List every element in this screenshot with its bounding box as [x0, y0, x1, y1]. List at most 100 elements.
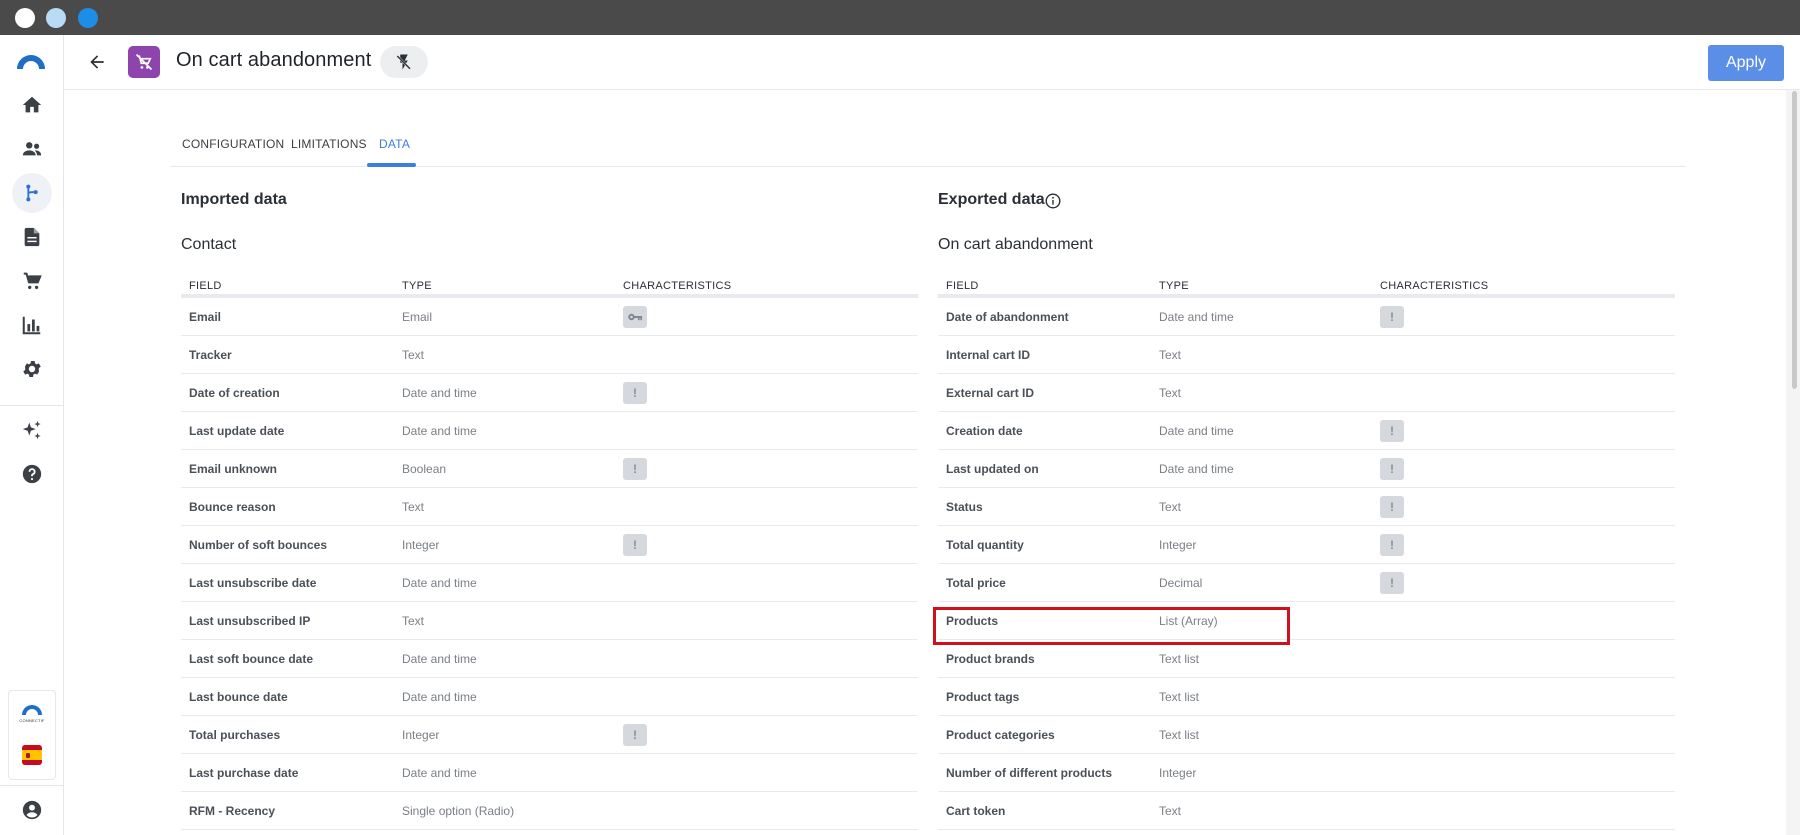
- required-badge[interactable]: !: [1380, 572, 1404, 594]
- field-type: Email: [402, 310, 433, 324]
- brand-name: CONNECTIF: [19, 718, 45, 723]
- field-type: Text list: [1159, 690, 1200, 704]
- required-badge[interactable]: !: [1380, 534, 1404, 556]
- table-row: Tracker Text: [181, 336, 918, 374]
- nav-profile[interactable]: [12, 790, 52, 830]
- table-row: Last unsubscribed IP Text: [181, 602, 918, 640]
- field-name: Number of soft bounces: [189, 538, 328, 552]
- back-button[interactable]: [84, 49, 110, 75]
- table-row: Total quantity Integer!: [938, 526, 1675, 564]
- exported-entity-subtitle: On cart abandonment: [938, 236, 1093, 253]
- field-name: Date of abandonment: [946, 310, 1069, 324]
- nav-store[interactable]: [12, 261, 52, 301]
- module-icon: [128, 46, 160, 78]
- column-header-type: TYPE: [402, 280, 432, 292]
- column-header-field: FIELD: [189, 280, 222, 292]
- flash-off-icon: [396, 54, 411, 70]
- nav-home[interactable]: [12, 85, 52, 125]
- document-icon: [24, 227, 40, 247]
- required-badge[interactable]: !: [1380, 420, 1404, 442]
- page-header: On cart abandonment Apply: [64, 35, 1800, 90]
- field-type: Text: [1159, 500, 1182, 514]
- field-type: Date and time: [402, 386, 477, 400]
- nav-contacts[interactable]: [12, 129, 52, 169]
- field-type: Text list: [1159, 652, 1200, 666]
- nav-settings[interactable]: [12, 349, 52, 389]
- field-name: Product brands: [946, 652, 1035, 666]
- account-circle-icon: [22, 800, 42, 820]
- field-name: Total quantity: [946, 538, 1024, 552]
- cart-off-icon: [135, 53, 153, 71]
- tab-configuration[interactable]: CONFIGURATION: [182, 137, 284, 151]
- table-row: Last update date Date and time: [181, 412, 918, 450]
- tab-limitations[interactable]: LIMITATIONS: [291, 137, 367, 151]
- field-name: Status: [946, 500, 983, 514]
- app-logo[interactable]: [15, 52, 47, 70]
- sidebar: CONNECTIF: [0, 35, 64, 835]
- nav-ai-assistant[interactable]: [12, 410, 52, 450]
- table-row: Internal cart ID Text: [938, 336, 1675, 374]
- field-type: Boolean: [402, 462, 447, 476]
- field-name: Number of different products: [946, 766, 1113, 780]
- field-name: Email: [189, 310, 222, 324]
- field-type: Date and time: [402, 424, 477, 438]
- field-name: Last bounce date: [189, 690, 288, 704]
- table-row: Bounce reason Text: [181, 488, 918, 526]
- field-type: Integer: [402, 538, 440, 552]
- home-icon: [22, 96, 42, 113]
- nav-reports[interactable]: [12, 305, 52, 345]
- workflow-icon: [26, 184, 38, 202]
- table-row: Total purchases Integer!: [181, 716, 918, 754]
- tab-data[interactable]: DATA: [379, 137, 410, 151]
- gear-icon: [23, 361, 41, 377]
- sidebar-divider: [0, 405, 64, 406]
- table-row: RFM - Recency Single option (Radio): [181, 792, 918, 830]
- flash-toggle-button[interactable]: [380, 46, 428, 78]
- required-badge[interactable]: !: [623, 724, 647, 746]
- field-type: Text: [1159, 348, 1182, 362]
- apply-button[interactable]: Apply: [1708, 45, 1784, 81]
- table-header: FIELD TYPE CHARACTERISTICS: [938, 268, 1675, 298]
- window-titlebar: [0, 0, 1800, 35]
- account-switcher[interactable]: CONNECTIF: [8, 690, 56, 780]
- table-row: Total price Decimal!: [938, 564, 1675, 602]
- field-name: Internal cart ID: [946, 348, 1031, 362]
- table-row: Product brands Text list: [938, 640, 1675, 678]
- column-header-type: TYPE: [1159, 280, 1189, 292]
- info-icon[interactable]: [1045, 193, 1061, 209]
- table-row: Last bounce date Date and time: [181, 678, 918, 716]
- required-badge[interactable]: !: [1380, 496, 1404, 518]
- field-type: Integer: [1159, 766, 1197, 780]
- nav-content[interactable]: [12, 217, 52, 257]
- field-type: Integer: [1159, 538, 1197, 552]
- scrollbar-thumb[interactable]: [1792, 91, 1797, 389]
- active-tab-indicator: [367, 163, 416, 167]
- table-row: Status Text!: [938, 488, 1675, 526]
- window-minimize-button[interactable]: [46, 8, 66, 28]
- required-badge[interactable]: !: [1380, 306, 1404, 328]
- nav-help[interactable]: [12, 454, 52, 494]
- window-maximize-button[interactable]: [78, 8, 98, 28]
- field-type: Text: [402, 614, 425, 628]
- window-close-button[interactable]: [15, 8, 35, 28]
- table-row: Date of abandonment Date and time!: [938, 298, 1675, 336]
- spain-flag-icon[interactable]: [22, 745, 42, 765]
- table-row: Number of soft bounces Integer!: [181, 526, 918, 564]
- table-row: Number of different products Integer: [938, 754, 1675, 792]
- required-badge[interactable]: !: [623, 534, 647, 556]
- required-badge[interactable]: !: [623, 458, 647, 480]
- field-name: Last update date: [189, 424, 285, 438]
- arrow-left-icon: [90, 55, 104, 69]
- chart-icon: [22, 316, 41, 335]
- table-row: Date of creation Date and time!: [181, 374, 918, 412]
- nav-workflows[interactable]: [12, 173, 52, 213]
- highlight-box: [933, 607, 1290, 645]
- required-badge[interactable]: !: [623, 382, 647, 404]
- field-name: Cart token: [946, 804, 1006, 818]
- key-icon[interactable]: [623, 306, 647, 328]
- brand-logo: [22, 705, 42, 715]
- table-row: Last updated on Date and time!: [938, 450, 1675, 488]
- required-badge[interactable]: !: [1380, 458, 1404, 480]
- field-name: Last soft bounce date: [189, 652, 314, 666]
- table-row: Last soft bounce date Date and time: [181, 640, 918, 678]
